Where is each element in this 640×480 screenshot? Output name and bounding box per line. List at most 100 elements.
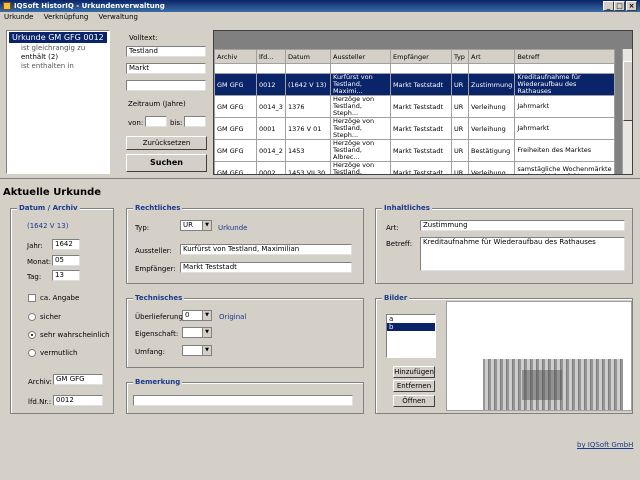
cell: Kurfürst von Testland, Maximi... [330, 73, 391, 96]
radio-sicher[interactable] [28, 313, 36, 321]
cell: UR [451, 95, 469, 118]
aussteller-field[interactable]: Kurfürst von Testland, Maximilian [180, 244, 352, 255]
cell: Verleihung [467, 95, 516, 118]
table-row[interactable]: GM GFG 0014_2 1453 Herzöge von Testland,… [214, 139, 616, 162]
radio-vermutlich[interactable] [28, 349, 36, 357]
tag-field[interactable]: 13 [52, 270, 80, 281]
ca-angabe-checkbox[interactable] [28, 294, 36, 302]
col-art[interactable]: Art [467, 49, 516, 64]
bis-field[interactable] [184, 116, 206, 127]
von-field[interactable] [145, 116, 167, 127]
art-field[interactable]: Zustimmung [420, 220, 625, 231]
zeitraum-label: Zeitraum (Jahre) [128, 100, 186, 108]
betreff-field[interactable]: Kreditaufnahme für Wiederaufbau des Rath… [420, 237, 625, 271]
cell: Bestätigung [467, 139, 516, 162]
cell: samstägliche Wochenmärkte und zwei Jahrm… [514, 161, 616, 174]
group-title: Bilder [382, 294, 410, 302]
cell: Herzöge von Testland, Steph... [330, 117, 391, 140]
menu-verknuepfung[interactable]: Verknüpfung [44, 13, 89, 21]
lfdnr-field[interactable]: 0012 [53, 395, 103, 406]
bemerkung-field[interactable] [133, 395, 353, 406]
cell: Herzöge von Testland, Steph... [330, 95, 391, 118]
cell: 0012 [256, 73, 286, 96]
lfdnr-label: lfd.Nr.: [28, 398, 52, 406]
reset-button[interactable]: Zurücksetzen [126, 136, 207, 150]
filter-row[interactable] [214, 63, 616, 74]
col-betreff[interactable]: Betreff [514, 49, 616, 64]
ueberlieferung-dropdown[interactable]: 0 ▼ [182, 310, 212, 321]
title-bar[interactable]: IQSoft HistorIQ - Urkundenverwaltung _ □… [0, 0, 640, 12]
cell: Jahrmarkt [514, 95, 616, 118]
radio-sehr-wahrscheinlich[interactable] [28, 331, 36, 339]
typ-value: UR [183, 221, 193, 229]
grid-scrollbar[interactable] [622, 49, 632, 174]
open-image-button[interactable]: Öffnen [393, 395, 435, 407]
col-aussteller[interactable]: Aussteller [330, 49, 391, 64]
umfang-dropdown[interactable]: ▼ [182, 345, 212, 356]
table-row[interactable]: GM GFG 0014_3 1376 Herzöge von Testland,… [214, 95, 616, 118]
volltext-field-1[interactable]: Testland [126, 46, 206, 57]
document-image-preview[interactable] [446, 301, 632, 411]
group-title: Bemerkung [133, 378, 183, 386]
eigenschaft-dropdown[interactable]: ▼ [182, 327, 212, 338]
list-item[interactable]: a [387, 315, 435, 323]
cell: 1453 VII 30 [285, 161, 331, 174]
col-empfaenger[interactable]: Empfänger [390, 49, 452, 64]
typ-dropdown[interactable]: UR ▼ [180, 220, 212, 231]
cell: Markt Teststadt [390, 73, 452, 96]
cell: Herzöge von Testland, Albrec... [330, 139, 391, 162]
monat-label: Monat: [27, 258, 52, 266]
remove-image-button[interactable]: Entfernen [393, 380, 435, 392]
col-lfd[interactable]: lfd... [256, 49, 286, 64]
archiv-field[interactable]: GM GFG [53, 374, 103, 385]
cell: UR [451, 117, 469, 140]
close-button[interactable]: × [626, 1, 637, 11]
empfaenger-label: Empfänger: [135, 265, 176, 273]
bis-label: bis: [170, 119, 183, 127]
empfaenger-field[interactable]: Markt Teststadt [180, 262, 352, 273]
col-archiv[interactable]: Archiv [214, 49, 257, 64]
cell: UR [451, 161, 469, 174]
col-typ[interactable]: Typ [451, 49, 469, 64]
table-row[interactable]: GM GFG 0001 1376 V 01 Herzöge von Testla… [214, 117, 616, 140]
window-title: IQSoft HistorIQ - Urkundenverwaltung [14, 2, 165, 10]
tree-item-gleichrangig[interactable]: ist gleichrangig zu [7, 44, 109, 53]
add-image-button[interactable]: Hinzufügen [393, 366, 435, 378]
chevron-down-icon: ▼ [202, 346, 211, 355]
cell: 1376 [285, 95, 331, 118]
table-row[interactable]: GM GFG 0002 1453 VII 30 Herzöge von Test… [214, 161, 616, 174]
list-item[interactable]: b [387, 323, 435, 331]
minimize-button[interactable]: _ [603, 1, 614, 11]
scrollbar-thumb[interactable] [623, 61, 632, 121]
typ-label: Typ: [135, 224, 150, 232]
document-seal [522, 370, 562, 400]
col-datum[interactable]: Datum [285, 49, 331, 64]
cell: Herzöge von Testland, Albrec... [330, 161, 391, 174]
maximize-button[interactable]: □ [614, 1, 625, 11]
menu-urkunde[interactable]: Urkunde [4, 13, 33, 21]
ueberlieferung-text: Original [219, 313, 247, 321]
monat-field[interactable]: 05 [52, 255, 80, 266]
results-grid[interactable]: Archiv lfd... Datum Aussteller Empfänger… [213, 30, 633, 175]
group-title: Technisches [133, 294, 185, 302]
volltext-field-2[interactable]: Markt [126, 63, 206, 74]
bilder-list[interactable]: a b [386, 314, 436, 358]
menu-verwaltung[interactable]: Verwaltung [99, 13, 138, 21]
radio-vermutlich-label: vermutlich [40, 349, 78, 357]
tree-root[interactable]: Urkunde GM GFG 0012 [9, 32, 107, 43]
cell: Verleihung [467, 161, 516, 174]
cell: Verleihung [467, 117, 516, 140]
radio-sicher-label: sicher [40, 313, 62, 321]
relation-tree[interactable]: Urkunde GM GFG 0012 ist gleichrangig zu … [6, 30, 110, 174]
jahr-field[interactable]: 1642 [52, 239, 80, 250]
group-title: Rechtliches [133, 204, 183, 212]
cell: Freiheiten des Marktes [514, 139, 616, 162]
tree-item-enthaelt[interactable]: enthält (2) [7, 53, 109, 62]
chevron-down-icon: ▼ [202, 221, 211, 230]
search-button[interactable]: Suchen [126, 154, 207, 172]
tree-item-enthalten-in[interactable]: ist enthalten in [7, 62, 109, 71]
volltext-field-3[interactable] [126, 80, 206, 91]
cell: GM GFG [214, 139, 257, 162]
table-row[interactable]: GM GFG 0012 (1642 V 13) Kurfürst von Tes… [214, 73, 616, 96]
credit-link[interactable]: by IQSoft GmbH [577, 441, 633, 449]
